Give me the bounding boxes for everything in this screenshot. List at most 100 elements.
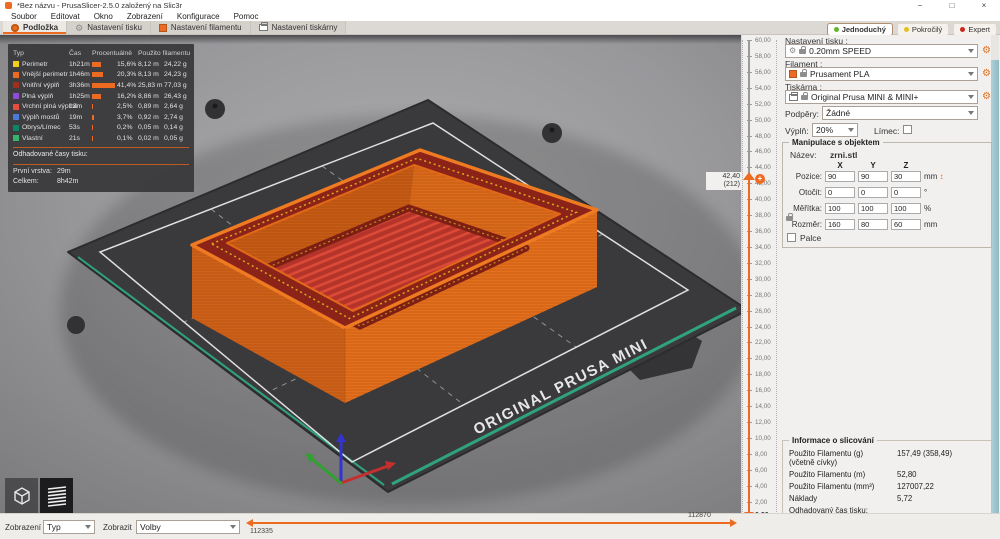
scale-y-input[interactable] bbox=[858, 203, 888, 214]
ruler-tick: 4,00 bbox=[741, 483, 778, 490]
scale-label: Měřítka: bbox=[793, 204, 822, 213]
layer-slider-thumb[interactable] bbox=[743, 172, 755, 180]
position-x-input[interactable] bbox=[825, 171, 855, 182]
ruler-tick: 44,00 bbox=[741, 164, 778, 171]
menu-konfigurace[interactable]: Konfigurace bbox=[170, 12, 227, 21]
infill-value: 20% bbox=[816, 125, 834, 135]
layer-slider-track-lower[interactable] bbox=[748, 180, 750, 516]
show-label: Zobrazit bbox=[103, 523, 132, 532]
menu-bar: Soubor Editovat Okno Zobrazení Konfigura… bbox=[0, 11, 1000, 21]
ruler-tick: 30,00 bbox=[741, 276, 778, 283]
size-x-input[interactable] bbox=[825, 219, 855, 230]
filament-select[interactable]: Prusament PLA bbox=[785, 67, 978, 81]
legend-row: Vnější perimetr 1h46m 20,3% 8,13 m 24,23 g bbox=[13, 70, 189, 81]
menu-editovat[interactable]: Editovat bbox=[44, 12, 87, 21]
rotate-y-input[interactable] bbox=[858, 187, 888, 198]
menu-okno[interactable]: Okno bbox=[87, 12, 120, 21]
view-mode-value: Typ bbox=[47, 522, 61, 532]
legend-color-swatch bbox=[13, 103, 19, 110]
uniform-scale-lock-icon[interactable] bbox=[786, 213, 793, 221]
legend-color-swatch bbox=[13, 82, 19, 89]
divider bbox=[13, 163, 189, 165]
filament-color-swatch bbox=[789, 70, 797, 78]
sidebar-scrollbar-thumb[interactable] bbox=[991, 60, 999, 522]
size-z-input[interactable] bbox=[891, 219, 921, 230]
view-3d-button[interactable] bbox=[5, 478, 38, 514]
ruler-tick: 32,00 bbox=[741, 260, 778, 267]
layer-slider-track-upper[interactable] bbox=[748, 40, 750, 180]
scale-z-input[interactable] bbox=[891, 203, 921, 214]
rotate-x-input[interactable] bbox=[825, 187, 855, 198]
app-icon bbox=[5, 2, 12, 9]
position-y-input[interactable] bbox=[858, 171, 888, 182]
filament-value: Prusament PLA bbox=[810, 69, 870, 79]
mode-label: Jednoduchý bbox=[841, 25, 886, 34]
position-z-input[interactable] bbox=[891, 171, 921, 182]
chevron-down-icon bbox=[968, 72, 974, 76]
moves-slider-left-arrow[interactable] bbox=[246, 519, 253, 527]
filament-edit-gear[interactable]: ⚙ bbox=[982, 69, 991, 79]
legend-color-swatch bbox=[13, 93, 19, 100]
lock-icon bbox=[800, 68, 807, 77]
legend-row: Perimetr 1h21m 15,6% 8,12 m 24,22 g bbox=[13, 59, 189, 70]
moves-slider-right-arrow[interactable] bbox=[730, 519, 737, 527]
inches-checkbox[interactable] bbox=[787, 233, 796, 242]
tab-podlozka[interactable]: Podložka bbox=[3, 21, 68, 34]
close-button[interactable]: × bbox=[976, 0, 992, 11]
rotate-z-input[interactable] bbox=[891, 187, 921, 198]
minimize-button[interactable]: − bbox=[912, 0, 928, 11]
printer-select[interactable]: Original Prusa MINI & MINI+ bbox=[785, 90, 978, 104]
tab-nastaveni-tisku[interactable]: ⚙ Nastavení tisku bbox=[67, 21, 151, 34]
ruler-tick: 22,00 bbox=[741, 339, 778, 346]
ruler-tick: 54,00 bbox=[741, 85, 778, 92]
menu-pomoc[interactable]: Pomoc bbox=[227, 12, 266, 21]
tab-label: Nastavení tisku bbox=[87, 23, 142, 32]
ruler-tick: 38,00 bbox=[741, 212, 778, 219]
tab-nastaveni-filamentu[interactable]: Nastavení filamentu bbox=[150, 21, 251, 34]
view-mode-label: Zobrazení bbox=[5, 523, 42, 532]
rotate-row: Otočit: ° bbox=[784, 187, 984, 198]
chevron-down-icon bbox=[848, 128, 854, 132]
ruler-tick: 26,00 bbox=[741, 308, 778, 315]
printer-icon bbox=[789, 91, 798, 101]
print-settings-edit-gear[interactable]: ⚙ bbox=[982, 46, 991, 56]
menu-zobrazeni[interactable]: Zobrazení bbox=[120, 12, 170, 21]
divider bbox=[13, 146, 189, 148]
view-preview-button[interactable] bbox=[40, 478, 73, 514]
plate-icon bbox=[11, 23, 19, 32]
infill-select[interactable]: 20% bbox=[812, 123, 858, 137]
size-y-input[interactable] bbox=[858, 219, 888, 230]
brim-label: Límec: bbox=[874, 126, 900, 136]
maximize-button[interactable]: □ bbox=[944, 0, 960, 11]
legend-row: Vrchní plná výplně 13m 2,5% 0,89 m 2,64 g bbox=[13, 101, 189, 112]
show-select[interactable]: Volby bbox=[136, 520, 240, 534]
chevron-down-icon bbox=[968, 111, 974, 115]
supports-select[interactable]: Žádné bbox=[822, 106, 978, 120]
printer-icon bbox=[258, 22, 268, 31]
moves-slider-track[interactable] bbox=[253, 522, 731, 524]
print-settings-select[interactable]: ⚙ 0.20mm SPEED bbox=[785, 44, 978, 58]
legend-color-swatch bbox=[13, 124, 19, 131]
supports-label: Podpěry: bbox=[785, 109, 820, 119]
printer-edit-gear[interactable]: ⚙ bbox=[982, 92, 991, 102]
size-label: Rozměr: bbox=[791, 220, 822, 229]
scale-x-input[interactable] bbox=[825, 203, 855, 214]
info-row-filament-g: Použito Filamentu (g) (včetně cívky) 157… bbox=[789, 449, 953, 467]
moves-range-end: 112870 bbox=[688, 512, 711, 519]
slicing-info-title: Informace o slicování bbox=[789, 436, 877, 445]
add-layer-range-button[interactable]: + bbox=[755, 174, 765, 184]
brim-checkbox[interactable] bbox=[903, 125, 912, 134]
ruler-tick: 50,00 bbox=[741, 117, 778, 124]
tab-nastaveni-tiskarny[interactable]: Nastavení tiskárny bbox=[250, 21, 347, 34]
drop-to-bed-icon[interactable]: ↕ bbox=[940, 172, 944, 181]
red-dot-icon bbox=[960, 27, 966, 32]
view-mode-select[interactable]: Typ bbox=[43, 520, 95, 534]
legend-row: Obrys/Límec 53s 0,2% 0,05 m 0,14 g bbox=[13, 123, 189, 134]
object-name-value: zrni.stl bbox=[830, 150, 858, 160]
menu-soubor[interactable]: Soubor bbox=[4, 12, 44, 21]
scale-row: Měřítka: % bbox=[784, 203, 984, 214]
print-settings-value: 0.20mm SPEED bbox=[809, 46, 872, 56]
yellow-dot-icon bbox=[903, 27, 909, 32]
ruler-tick: 16,00 bbox=[741, 387, 778, 394]
ruler-tick: 14,00 bbox=[741, 403, 778, 410]
